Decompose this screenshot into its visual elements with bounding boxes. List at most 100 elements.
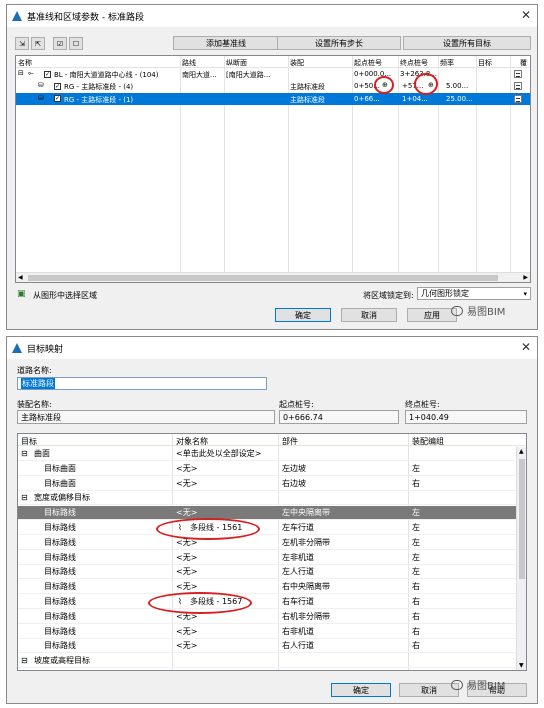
title-bar: 目标映射 ✕: [7, 337, 537, 359]
col-target[interactable]: 目标: [478, 58, 492, 68]
expander-icon[interactable]: ⊟: [21, 491, 31, 505]
row-frequency: 25.00...: [446, 95, 473, 103]
baseline-region-dialog: 基准线和区域参数 - 标准路段 ✕ ⇲ ⇱ ☑ ☐ 添加基准线 设置所有步长 设…: [6, 4, 538, 330]
target-button[interactable]: [514, 70, 522, 78]
subassembly-name: 左中央隔离带: [282, 508, 330, 518]
target-group-row[interactable]: ⊟ 坡度或高程目标: [18, 654, 516, 669]
select-region-icon[interactable]: ▣: [17, 289, 26, 299]
close-icon[interactable]: ✕: [521, 340, 531, 354]
col-object-name[interactable]: 对象名称: [176, 436, 208, 447]
object-name[interactable]: <无>: [176, 639, 276, 653]
assembly-group: [412, 491, 512, 505]
col-subassembly[interactable]: 部件: [282, 436, 298, 447]
target-label: 目标路线: [44, 508, 76, 518]
target-row[interactable]: 目标路线 <无> 左机非分隔带左: [18, 536, 516, 550]
target-label: 目标路线: [44, 641, 76, 651]
target-button[interactable]: [514, 95, 522, 103]
target-row[interactable]: 目标路线 <无> 左中央隔离带左: [18, 506, 516, 521]
annotation-circle: [414, 73, 438, 95]
expander-icon[interactable]: ⊟: [21, 447, 31, 461]
target-row[interactable]: 目标路线 <无> 右中央隔离带右: [18, 580, 516, 595]
target-label: 目标曲面: [44, 463, 76, 473]
target-row[interactable]: 目标路线 ⌇ 多段线 - 1561 左车行道左: [18, 521, 516, 535]
cancel-button[interactable]: 取消: [399, 683, 459, 697]
col-end-station[interactable]: 终点桩号: [400, 58, 428, 68]
vertical-scrollbar[interactable]: ▲ ▼: [516, 447, 526, 670]
object-name[interactable]: <单击此处以全部设定>: [176, 447, 276, 461]
set-all-steps-button[interactable]: 设置所有步长: [277, 36, 401, 50]
scroll-thumb[interactable]: [519, 459, 525, 579]
target-label: 目标曲面: [44, 478, 76, 488]
col-start-station[interactable]: 起点桩号: [354, 58, 382, 68]
horizontal-scrollbar[interactable]: ◀ ▶: [16, 272, 530, 282]
target-row[interactable]: 目标曲面 <无> 左边坡 左: [18, 462, 516, 476]
uncheck-all-button[interactable]: ☐: [69, 37, 83, 50]
target-row[interactable]: 目标路线 <无> 右机非分隔带右: [18, 610, 516, 624]
object-name[interactable]: [176, 654, 276, 668]
check-all-button[interactable]: ☑: [53, 37, 67, 50]
expand-all-button[interactable]: ⇲: [15, 37, 29, 50]
col-profile[interactable]: 纵断面: [226, 58, 247, 68]
assembly-group: 右: [412, 626, 420, 636]
ok-button[interactable]: 确定: [275, 308, 331, 322]
row-alignment: 南阳大道...: [182, 71, 217, 79]
subassembly-name: 右机非分隔带: [282, 611, 330, 621]
assembly-group: 右: [412, 641, 420, 651]
target-row[interactable]: 目标曲面 <无> 右边坡 右: [18, 477, 516, 491]
target-row[interactable]: 目标路线 <无> 左非机道 左: [18, 551, 516, 565]
row-name: RG - 主路标准段 - (4): [64, 83, 134, 91]
target-group-row[interactable]: ⊟ 宽度或偏移目标: [18, 491, 516, 506]
col-override[interactable]: 覆: [520, 58, 527, 68]
subassembly-name: 右人行道: [282, 641, 314, 651]
wechat-icon: [451, 305, 463, 316]
col-frequency[interactable]: 频率: [440, 58, 454, 68]
col-name[interactable]: 名称: [18, 58, 32, 68]
scroll-right-icon[interactable]: ▶: [523, 274, 528, 281]
target-row[interactable]: 目标路线 <无> 右非机道 右: [18, 625, 516, 639]
tree-row-region-2[interactable]: ⛁ ✓ RG - 主路标准段 - (1) 主路标准段 0+66... 1+04.…: [16, 93, 530, 105]
target-row[interactable]: 目标路线 ⌇ 多段线 - 1567 右车行道右: [18, 595, 516, 609]
subassembly-name: 左边坡: [282, 463, 306, 473]
tree-row-baseline[interactable]: ⊟ ⟜ ✓ BL - 南阳大道道路中心线 - (104) 南阳大道... [南阳…: [16, 69, 530, 80]
col-alignment[interactable]: 路线: [182, 58, 196, 68]
scroll-left-icon[interactable]: ◀: [18, 274, 23, 281]
expander-icon[interactable]: ⊟: [18, 69, 24, 77]
row-checkbox[interactable]: ✓: [54, 95, 61, 102]
ok-button[interactable]: 确定: [331, 683, 391, 697]
set-all-targets-button[interactable]: 设置所有目标: [403, 36, 531, 50]
target-group-row[interactable]: ⊟ 曲面 <单击此处以全部设定>: [18, 447, 516, 461]
watermark: 易图BIM: [451, 303, 505, 318]
apply-button[interactable]: 应用: [407, 308, 457, 322]
row-checkbox[interactable]: ✓: [44, 71, 51, 78]
object-name[interactable]: <无>: [176, 625, 276, 639]
row-checkbox[interactable]: ✓: [54, 83, 61, 90]
assembly-name-label: 装配名称:: [17, 400, 52, 409]
object-name[interactable]: <无>: [176, 477, 276, 491]
lock-region-select[interactable]: 几何图形锁定 ▾: [417, 287, 531, 300]
tree-row-region-1[interactable]: ⛁ ✓ RG - 主路标准段 - (4) 主路标准段 0+50... ⊕ +57…: [16, 81, 530, 92]
target-button[interactable]: [514, 82, 522, 90]
baseline-icon: ⟜: [28, 69, 34, 77]
cancel-button[interactable]: 取消: [341, 308, 397, 322]
target-row[interactable]: 目标路线 <无> 右人行道 右: [18, 639, 516, 654]
row-assembly: 主路标准段: [290, 83, 325, 91]
scroll-down-icon[interactable]: ▼: [519, 662, 524, 669]
col-target[interactable]: 目标: [21, 436, 37, 447]
collapse-all-button[interactable]: ⇱: [31, 37, 45, 50]
object-name[interactable]: <无>: [176, 462, 276, 476]
road-name-field[interactable]: 标准路段: [17, 377, 267, 390]
object-name[interactable]: <无>: [176, 565, 276, 579]
col-assembly[interactable]: 装配: [290, 58, 304, 68]
target-row[interactable]: 目标路线 <无> 左人行道 左: [18, 565, 516, 580]
start-station-label: 起点桩号:: [279, 400, 314, 409]
scroll-thumb[interactable]: [28, 275, 498, 281]
close-icon[interactable]: ✕: [521, 8, 531, 22]
select-region-label[interactable]: 从图形中选择区域: [33, 290, 97, 301]
object-name[interactable]: <无>: [176, 551, 276, 565]
add-baseline-button[interactable]: 添加基准线: [173, 36, 279, 50]
expander-icon[interactable]: ⊟: [21, 654, 31, 668]
scroll-up-icon[interactable]: ▲: [519, 448, 524, 455]
object-name[interactable]: [176, 491, 276, 505]
col-assembly-group[interactable]: 装配编组: [412, 436, 444, 447]
wechat-icon: [451, 679, 463, 690]
